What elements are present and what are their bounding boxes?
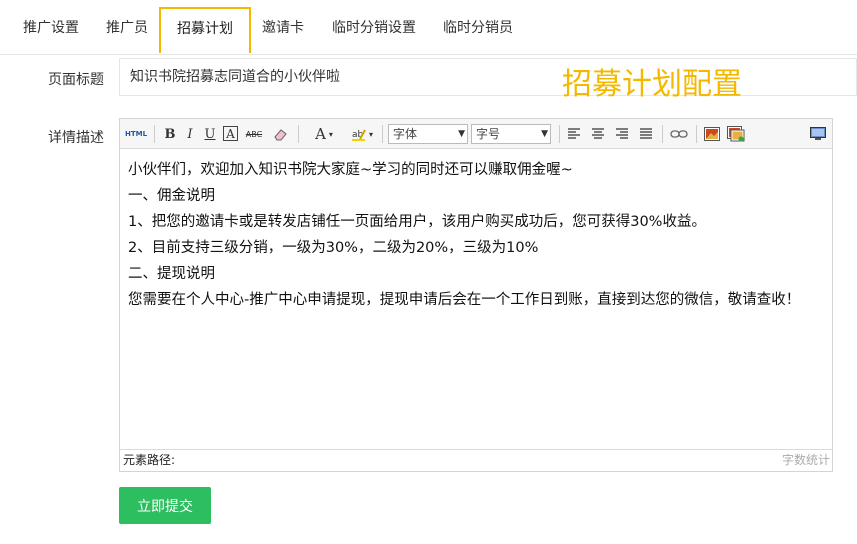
fullscreen-icon[interactable] (809, 125, 827, 143)
chevron-down-icon: ▾ (368, 129, 373, 139)
tab-temp-distributors[interactable]: 临时分销员 (432, 8, 524, 52)
tab-invitation-card[interactable]: 邀请卡 (251, 8, 315, 52)
toolbar-separator (696, 125, 697, 143)
font-family-select[interactable]: 字体 ▼ (388, 124, 468, 144)
toolbar-separator (662, 125, 663, 143)
rich-text-editor[interactable]: HTML B I U A ABC A ▾ ab ▾ 字体 ▼ 字号 ▼ 小伙伴们… (119, 118, 833, 472)
toolbar-separator (559, 125, 560, 143)
toolbar-separator (298, 125, 299, 143)
tab-bar: 推广设置 推广员 招募计划 邀请卡 临时分销设置 临时分销员 (0, 0, 857, 55)
align-left-icon[interactable] (566, 125, 582, 143)
content-line: 1、把您的邀请卡或是转发店铺任一页面给用户，该用户购买成功后，您可获得30%收益… (128, 214, 706, 230)
align-center-icon[interactable] (590, 125, 606, 143)
strikethrough-icon[interactable]: ABC (241, 125, 267, 143)
align-right-icon[interactable] (614, 125, 630, 143)
title-input[interactable]: 知识书院招募志同道合的小伙伴啦 (119, 58, 857, 96)
html-icon[interactable]: HTML (125, 125, 147, 143)
font-color-glyph: A (315, 125, 326, 143)
form-panel: 页面标题 知识书院招募志同道合的小伙伴啦 招募计划配置 详情描述 HTML B … (0, 55, 857, 544)
chevron-down-icon: ▼ (541, 129, 548, 139)
font-size-select[interactable]: 字号 ▼ (471, 124, 551, 144)
font-size-label: 字号 (476, 127, 501, 141)
detail-label: 详情描述 (48, 130, 104, 146)
title-label: 页面标题 (48, 72, 104, 88)
overlay-title: 招募计划配置 (562, 67, 742, 102)
tab-promotion-settings[interactable]: 推广设置 (10, 8, 92, 52)
tab-promoters[interactable]: 推广员 (94, 8, 160, 52)
toolbar-separator (382, 125, 383, 143)
highlight-icon[interactable]: ab ▾ (348, 125, 376, 143)
chevron-down-icon: ▼ (458, 129, 465, 139)
editor-content[interactable]: 小伙伴们，欢迎加入知识书院大家庭~学习的同时还可以赚取佣金喔~ 一、佣金说明 1… (120, 149, 832, 439)
editor-statusbar: 元素路径: 字数统计 (120, 449, 832, 471)
content-line: 您需要在个人中心-推广中心申请提现，提现申请后会在一个工作日到账，直接到达您的微… (128, 292, 801, 308)
chevron-down-icon: ▾ (328, 129, 333, 139)
editor-toolbar: HTML B I U A ABC A ▾ ab ▾ 字体 ▼ 字号 ▼ (120, 119, 832, 149)
font-family-label: 字体 (393, 127, 418, 141)
link-icon[interactable] (669, 125, 689, 143)
underline-icon[interactable]: U (202, 125, 218, 143)
image-icon[interactable] (703, 125, 721, 143)
font-color-icon[interactable]: A ▾ (312, 125, 336, 143)
content-line: 一、佣金说明 (128, 188, 215, 204)
tab-recruitment-plan[interactable]: 招募计划 (159, 7, 251, 53)
border-icon[interactable]: A (223, 126, 238, 141)
justify-icon[interactable] (638, 125, 654, 143)
bold-icon[interactable]: B (162, 125, 178, 143)
toolbar-separator (154, 125, 155, 143)
submit-button[interactable]: 立即提交 (119, 487, 211, 524)
element-path: 元素路径: (123, 453, 176, 467)
eraser-icon[interactable] (270, 125, 290, 143)
tab-temp-distribution-settings[interactable]: 临时分销设置 (318, 8, 430, 52)
word-count[interactable]: 字数统计 (782, 450, 830, 470)
content-line: 二、提现说明 (128, 266, 215, 282)
content-line: 2、目前支持三级分销，一级为30%，二级为20%，三级为10% (128, 240, 539, 256)
content-line: 小伙伴们，欢迎加入知识书院大家庭~学习的同时还可以赚取佣金喔~ (128, 162, 573, 178)
italic-icon[interactable]: I (182, 125, 198, 143)
multi-image-icon[interactable] (726, 125, 746, 143)
